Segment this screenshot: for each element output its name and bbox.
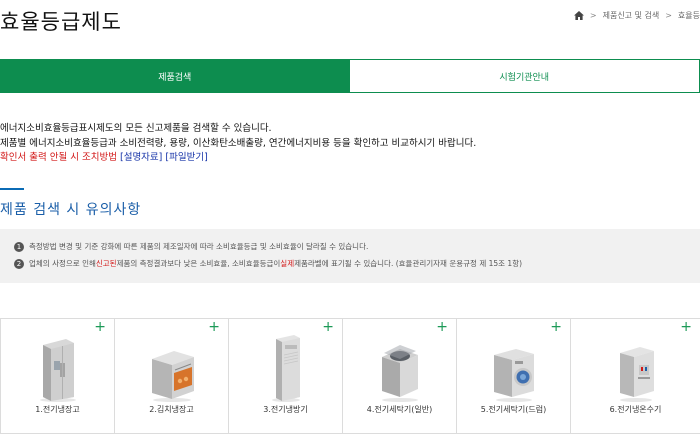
product-card-washing-machine-top[interactable]: + 4.전기세탁기(일반) [342,318,456,434]
section-divider [0,188,24,190]
product-card-air-conditioner[interactable]: + 3.전기냉방기 [228,318,342,434]
product-card-refrigerator[interactable]: + 1.전기냉장고 [0,318,114,434]
product-label: 5.전기세탁기(드럼) [480,405,547,414]
intro-text: 에너지소비효율등급표시제도의 모든 신고제품을 검색할 수 있습니다. 제품별 … [0,122,476,166]
plus-icon[interactable]: + [436,320,448,334]
page-title: 효율등급제도 [0,10,122,34]
water-dispenser-icon [619,347,654,402]
notice-box: 1 측정방법 변경 및 기준 강화에 따른 제품의 제조일자에 따라 소비효율등… [0,229,700,283]
notice-highlight: 실제 [280,259,295,268]
plus-icon[interactable]: + [322,320,334,334]
product-label: 6.전기냉온수기 [609,405,662,414]
plus-icon[interactable]: + [94,320,106,334]
notice-text: 측정방법 변경 및 기준 강화에 따른 제품의 제조일자에 따라 소비효율등급 … [29,242,369,251]
product-label: 4.전기세탁기(일반) [366,405,433,414]
kimchi-refrigerator-icon [151,351,194,402]
number-badge: 2 [14,258,24,269]
notice-text: 제품라벨에 표기될 수 있습니다. (효율관리기자재 운용규정 제 15조 1항… [294,259,523,268]
notice-text: 업체의 사정으로 인해 [29,259,96,268]
home-icon[interactable] [573,11,584,20]
product-label: 2.김치냉장고 [149,405,194,414]
product-card-kimchi-refrigerator[interactable]: + 2.김치냉장고 [114,318,228,434]
file-download-link[interactable]: [파일받기] [165,152,207,163]
product-category-grid: + 1.전기냉장고 + 2.김치냉장고 + 3.전기냉방기 + 4.전기세탁기(… [0,318,700,434]
tab-bar: 제품검색 시험기관안내 [0,59,700,93]
print-help-text: 확인서 출력 안될 시 조치방법 [0,152,117,163]
breadcrumb-item[interactable]: 효율등 [678,10,700,21]
washing-machine-top-icon [381,345,418,402]
product-card-water-dispenser[interactable]: + 6.전기냉온수기 [570,318,700,434]
washing-machine-drum-icon [493,349,534,402]
product-label: 3.전기냉방기 [263,405,308,414]
breadcrumb-item[interactable]: 제품신고 및 검색 [603,10,660,21]
tab-test-institutions[interactable]: 시험기관안내 [349,59,700,93]
notice-text: 제품의 측정결과보다 낮은 소비효율, 소비효율등급이 [116,259,281,268]
plus-icon[interactable]: + [550,320,562,334]
product-card-washing-machine-drum[interactable]: + 5.전기세탁기(드럼) [456,318,570,434]
manual-link[interactable]: [설명자료] [120,152,162,163]
number-badge: 1 [14,241,24,252]
product-label: 1.전기냉장고 [35,405,80,414]
section-title: 제품 검색 시 유의사항 [0,202,142,218]
intro-line: 제품별 에너지소비효율등급과 소비전력량, 용량, 이산화탄소배출량, 연간에너… [0,137,477,149]
notice-item: 1 측정방법 변경 및 기준 강화에 따른 제품의 제조일자에 따라 소비효율등… [14,241,368,252]
chevron-right-icon: > [589,11,597,20]
intro-line: 확인서 출력 안될 시 조치방법 [설명자료] [파일받기] [0,151,476,166]
chevron-right-icon: > [665,11,672,20]
tab-product-search[interactable]: 제품검색 [0,59,350,93]
refrigerator-icon [39,339,76,402]
notice-highlight: 신고된 [95,259,117,268]
breadcrumb: > 제품신고 및 검색 > 효율등 [573,10,700,21]
plus-icon[interactable]: + [680,320,692,334]
intro-line: 에너지소비효율등급표시제도의 모든 신고제품을 검색할 수 있습니다. [0,123,272,134]
air-conditioner-icon [271,335,300,402]
notice-item: 2 업체의 사정으로 인해 신고된 제품의 측정결과보다 낮은 소비효율, 소비… [14,258,522,269]
plus-icon[interactable]: + [208,320,220,334]
